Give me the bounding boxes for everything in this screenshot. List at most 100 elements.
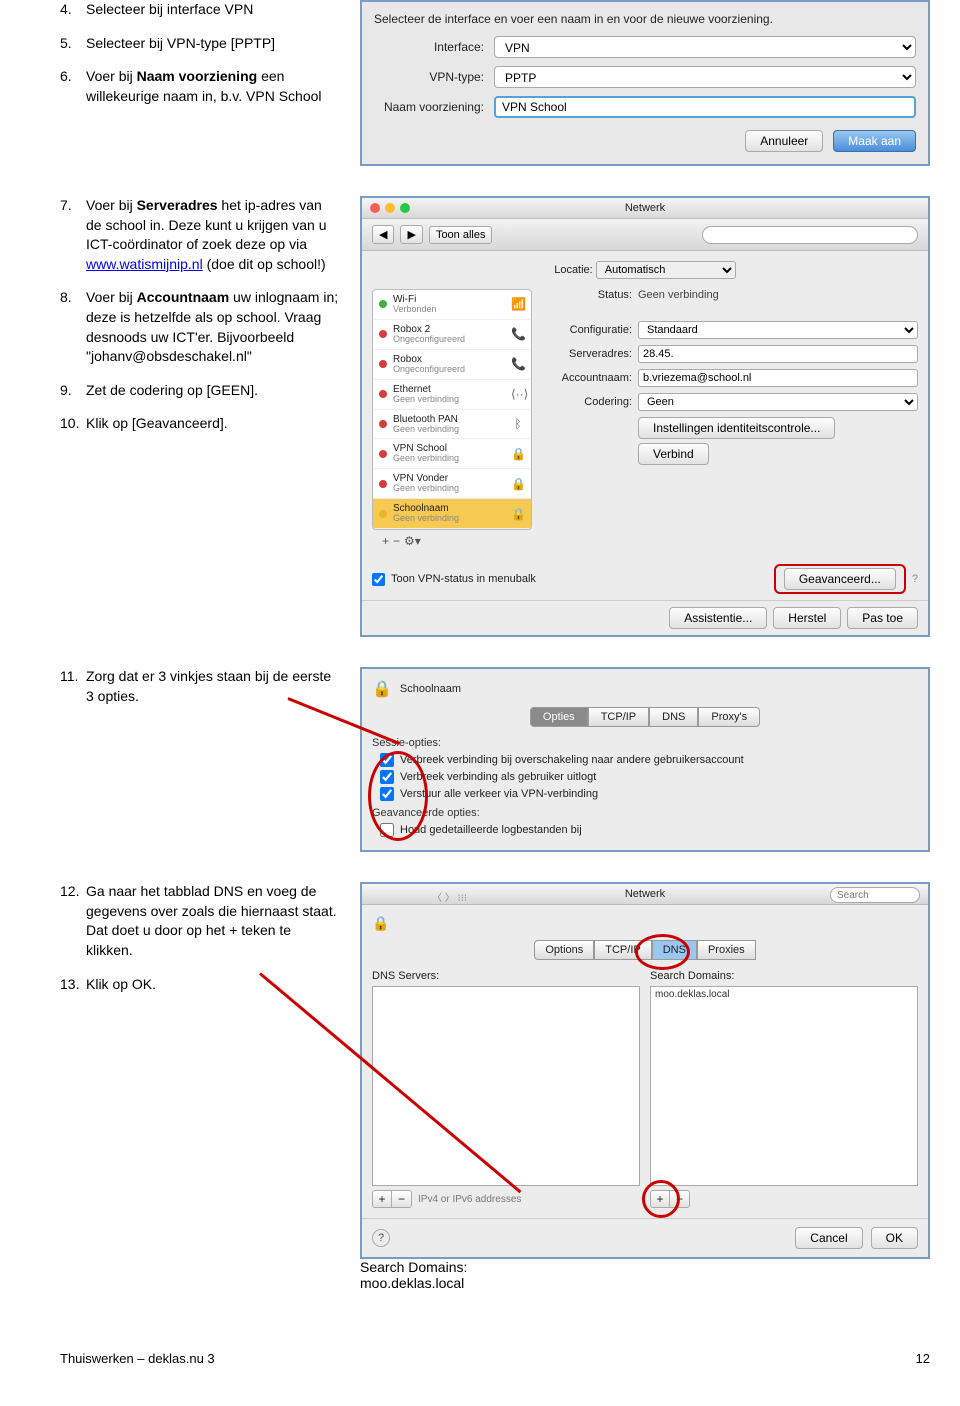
search-input[interactable]	[702, 226, 918, 244]
service-status: Geen verbinding	[393, 484, 505, 494]
cancel-button[interactable]: Annuleer	[745, 130, 823, 152]
sidebar-item-robox[interactable]: RoboxOngeconfigureerd📞	[373, 350, 531, 380]
add-domain-button[interactable]: +	[650, 1190, 670, 1208]
step-4: 4. Selecteer bij interface VPN	[60, 0, 340, 20]
remove-service-button[interactable]: −	[393, 534, 400, 548]
sidebar-item-wi-fi[interactable]: Wi-FiVerbonden📶	[373, 290, 531, 320]
close-icon[interactable]	[370, 203, 380, 213]
status-dot-icon	[379, 330, 387, 338]
service-name-input[interactable]	[494, 96, 916, 118]
connect-button[interactable]: Verbind	[638, 443, 709, 465]
watismijnip-link[interactable]: www.watismijnip.nl	[86, 256, 203, 272]
search-domains-list[interactable]: moo.deklas.local	[650, 986, 918, 1186]
sidebar-item-ethernet[interactable]: EthernetGeen verbinding⟨··⟩	[373, 380, 531, 410]
tab-dns[interactable]: DNS	[652, 940, 697, 960]
config-select[interactable]: Standaard	[638, 321, 918, 339]
step-text: Klik op [Geavanceerd].	[86, 414, 340, 434]
zoom-icon[interactable]	[400, 203, 410, 213]
step-number: 12.	[60, 882, 86, 960]
instructions-block-4: 12. Ga naar het tabblad DNS en voeg de g…	[60, 882, 340, 1008]
send-all-traffic-checkbox[interactable]	[380, 787, 394, 801]
advanced-button[interactable]: Geavanceerd...	[784, 568, 896, 590]
step-text: Zet de codering op [GEEN].	[86, 381, 340, 401]
tab-proxies[interactable]: Proxies	[697, 940, 756, 960]
disconnect-logout-checkbox[interactable]	[380, 770, 394, 784]
remove-domain-button[interactable]: −	[670, 1190, 690, 1208]
service-action-button[interactable]: ⚙▾	[404, 534, 421, 548]
service-status: Geen verbinding	[393, 425, 505, 435]
step-text: Selecteer bij VPN-type [PPTP]	[86, 34, 340, 54]
tab-options[interactable]: Options	[534, 940, 594, 960]
service-status: Geen verbinding	[393, 514, 505, 524]
help-button[interactable]: ?	[372, 1229, 390, 1247]
minimize-icon[interactable]	[385, 203, 395, 213]
tab-options[interactable]: Opties	[530, 707, 588, 727]
create-button[interactable]: Maak aan	[833, 130, 916, 152]
step-number: 4.	[60, 0, 86, 20]
page-footer: Thuiswerken – deklas.nu 3 12	[60, 1351, 930, 1366]
phone-icon: 📞	[511, 327, 525, 341]
advanced-highlight: Geavanceerd...	[774, 564, 906, 594]
step-5: 5. Selecteer bij VPN-type [PPTP]	[60, 34, 340, 54]
tabs-row: Options TCP/IP DNS Proxies	[372, 940, 918, 960]
apply-button[interactable]: Pas toe	[847, 607, 918, 629]
disconnect-switch-user-checkbox[interactable]	[380, 753, 394, 767]
detailed-logs-checkbox[interactable]	[380, 823, 394, 837]
service-status: Ongeconfigureerd	[393, 365, 505, 375]
tab-dns[interactable]: DNS	[649, 707, 698, 727]
add-service-button[interactable]: +	[382, 534, 389, 548]
interface-select[interactable]: VPN	[494, 36, 916, 58]
step-text: Klik op OK.	[86, 975, 340, 995]
lock-icon: 🔒	[511, 507, 525, 521]
revert-button[interactable]: Herstel	[773, 607, 841, 629]
identity-settings-button[interactable]: Instellingen identiteitscontrole...	[638, 417, 835, 439]
traffic-lights[interactable]	[370, 203, 410, 213]
dns-servers-list[interactable]	[372, 986, 640, 1186]
service-name-label: Naam voorziening:	[374, 100, 494, 114]
show-all-button[interactable]: Toon alles	[429, 226, 493, 244]
add-dns-button[interactable]: +	[372, 1190, 392, 1208]
vpn-type-select[interactable]: PPTP	[494, 66, 916, 88]
back-button[interactable]: ◀	[372, 225, 394, 244]
search-domains-label: Search Domains:	[650, 970, 918, 982]
config-label: Configuratie:	[542, 324, 632, 336]
cancel-button[interactable]: Cancel	[795, 1227, 862, 1249]
step-number: 5.	[60, 34, 86, 54]
opt2-label: Verbreek verbinding als gebruiker uitlog…	[400, 771, 596, 783]
sidebar-item-robox-2[interactable]: Robox 2Ongeconfigureerd📞	[373, 320, 531, 350]
remove-dns-button[interactable]: −	[392, 1190, 412, 1208]
sidebar-item-vpn-vonder[interactable]: VPN VonderGeen verbinding🔒	[373, 469, 531, 499]
screenshot-network-prefs: Netwerk ◀ ▶ Toon alles Locatie: Automati…	[360, 196, 930, 637]
ok-button[interactable]: OK	[871, 1227, 918, 1249]
step-7: 7. Voer bij Serveradres het ip-adres van…	[60, 196, 340, 274]
domain-entry: moo.deklas.local	[655, 989, 729, 1000]
search-input[interactable]	[830, 887, 920, 903]
sidebar-item-vpn-school[interactable]: VPN SchoolGeen verbinding🔒	[373, 439, 531, 469]
tab-tcpip[interactable]: TCP/IP	[588, 707, 649, 727]
advanced-options-label: Geavanceerde opties:	[372, 807, 918, 819]
account-input[interactable]	[638, 369, 918, 387]
window-title: Netwerk	[625, 202, 665, 214]
account-label: Accountnaam:	[542, 372, 632, 384]
ipv-note: IPv4 or IPv6 addresses	[418, 1194, 521, 1205]
step-6: 6. Voer bij Naam voorziening een willeke…	[60, 67, 340, 106]
encoding-select[interactable]: Geen	[638, 393, 918, 411]
sidebar-item-bluetooth-pan[interactable]: Bluetooth PANGeen verbindingᛒ	[373, 410, 531, 440]
help-icon[interactable]: ?	[912, 573, 918, 585]
vpn-type-label: VPN-type:	[374, 70, 494, 84]
location-select[interactable]: Automatisch	[596, 261, 736, 279]
sidebar-item-schoolnaam[interactable]: SchoolnaamGeen verbinding🔒	[373, 499, 531, 529]
server-input[interactable]	[638, 345, 918, 363]
tab-proxies[interactable]: Proxy's	[698, 707, 760, 727]
step-13: 13. Klik op OK.	[60, 975, 340, 995]
tabs-row: Opties TCP/IP DNS Proxy's	[372, 707, 918, 727]
callout-heading: Search Domains:	[360, 1259, 930, 1275]
window-titlebar: Netwerk	[362, 198, 928, 219]
forward-button[interactable]: ▶	[400, 225, 422, 244]
dialog-intro: Selecteer de interface en voer een naam …	[374, 12, 916, 26]
assist-button[interactable]: Assistentie...	[669, 607, 767, 629]
show-vpn-status-checkbox[interactable]	[372, 573, 385, 586]
footer-left: Thuiswerken – deklas.nu 3	[60, 1351, 215, 1366]
tab-tcpip[interactable]: TCP/IP	[594, 940, 651, 960]
status-dot-icon	[379, 450, 387, 458]
